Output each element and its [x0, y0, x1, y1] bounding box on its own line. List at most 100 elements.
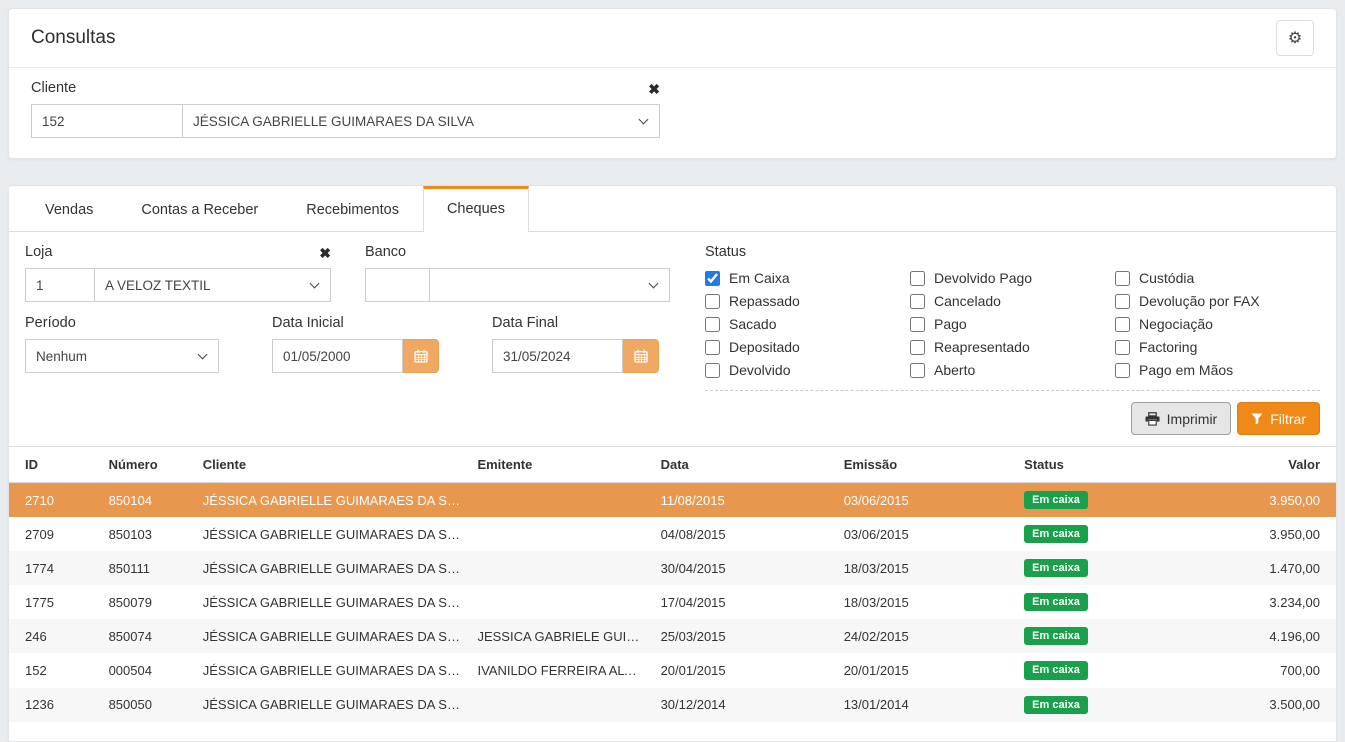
cell-emitente [469, 585, 652, 619]
status-option-label: Factoring [1139, 339, 1197, 355]
cell-numero: 850104 [101, 483, 195, 518]
imprimir-button[interactable]: Imprimir [1131, 402, 1232, 435]
status-option-depositado[interactable]: Depositado [705, 339, 910, 355]
status-badge: Em caixa [1024, 696, 1088, 714]
status-option-cancelado[interactable]: Cancelado [910, 293, 1115, 309]
status-option-label: Devolvido Pago [934, 270, 1032, 286]
cliente-name-select[interactable]: JÉSSICA GABRIELLE GUIMARAES DA SILVA [182, 104, 660, 138]
status-option-devolucao-por-fax[interactable]: Devolução por FAX [1115, 293, 1320, 309]
cell-status: Em caixa [1016, 619, 1191, 653]
checkbox-em-caixa[interactable] [705, 271, 720, 286]
checkbox-aberto[interactable] [910, 363, 925, 378]
cell-status: Em caixa [1016, 483, 1191, 518]
status-badge: Em caixa [1024, 491, 1088, 509]
checkbox-reapresentado[interactable] [910, 340, 925, 355]
checkbox-pago-em-maos[interactable] [1115, 363, 1130, 378]
tab-cheques[interactable]: Cheques [423, 186, 529, 232]
tab-vendas[interactable]: Vendas [21, 186, 117, 232]
cell-emitente: JESSICA GABRIELE GUIMARA... [469, 619, 652, 653]
cell-cliente: JÉSSICA GABRIELLE GUIMARAES DA SILVA [195, 653, 470, 687]
status-option-label: Devolução por FAX [1139, 293, 1260, 309]
cell-cliente: JÉSSICA GABRIELLE GUIMARAES DA SILVA [195, 688, 470, 722]
checkbox-repassado[interactable] [705, 294, 720, 309]
data-inicial-calendar-button[interactable] [403, 339, 439, 373]
status-option-reapresentado[interactable]: Reapresentado [910, 339, 1115, 355]
cell-emitente [469, 517, 652, 551]
table-row[interactable]: 2710850104JÉSSICA GABRIELLE GUIMARAES DA… [9, 483, 1336, 518]
data-final-calendar-button[interactable] [623, 339, 659, 373]
tab-recebimentos[interactable]: Recebimentos [282, 186, 423, 232]
banco-code-input[interactable] [365, 268, 430, 302]
status-label: Status [705, 244, 1320, 260]
column-header-id: ID [9, 447, 101, 483]
status-option-negociacao[interactable]: Negociação [1115, 316, 1320, 332]
filtrar-button[interactable]: Filtrar [1237, 402, 1320, 435]
status-badge: Em caixa [1024, 559, 1088, 577]
loja-name-select[interactable]: A VELOZ TEXTIL [94, 268, 331, 302]
checkbox-negociacao[interactable] [1115, 317, 1130, 332]
checkbox-devolvido-pago[interactable] [910, 271, 925, 286]
status-option-devolvido[interactable]: Devolvido [705, 362, 910, 378]
checkbox-cancelado[interactable] [910, 294, 925, 309]
cell-numero: 000504 [101, 653, 195, 687]
column-header-status: Status [1016, 447, 1191, 483]
status-badge: Em caixa [1024, 661, 1088, 679]
cell-data: 30/04/2015 [653, 551, 836, 585]
printer-icon [1145, 412, 1160, 426]
loja-code-input[interactable] [25, 268, 95, 302]
settings-button[interactable]: ⚙ [1276, 20, 1314, 56]
column-header-valor: Valor [1191, 447, 1336, 483]
table-row[interactable]: 152000504JÉSSICA GABRIELLE GUIMARAES DA … [9, 653, 1336, 687]
cliente-clear-icon[interactable]: ✖ [648, 82, 660, 96]
cell-id: 2709 [9, 517, 101, 551]
status-option-pago[interactable]: Pago [910, 316, 1115, 332]
checkbox-sacado[interactable] [705, 317, 720, 332]
status-option-label: Reapresentado [934, 339, 1030, 355]
checkbox-factoring[interactable] [1115, 340, 1130, 355]
data-final-label: Data Final [492, 315, 659, 331]
status-option-label: Sacado [729, 316, 776, 332]
tab-contas-a-receber[interactable]: Contas a Receber [117, 186, 282, 232]
status-option-em-caixa[interactable]: Em Caixa [705, 270, 910, 286]
table-row[interactable]: 1774850111JÉSSICA GABRIELLE GUIMARAES DA… [9, 551, 1336, 585]
status-option-factoring[interactable]: Factoring [1115, 339, 1320, 355]
column-header-emissao: Emissão [836, 447, 1016, 483]
status-option-label: Pago em Mãos [1139, 362, 1233, 378]
status-option-sacado[interactable]: Sacado [705, 316, 910, 332]
periodo-select[interactable]: Nenhum [25, 339, 219, 373]
cell-numero: 850079 [101, 585, 195, 619]
status-checkbox-grid: Em Caixa Repassado Sacado Depositado Devolvi… [705, 270, 1320, 378]
cell-emissao: 03/06/2015 [836, 517, 1016, 551]
table-row[interactable]: 246850074JÉSSICA GABRIELLE GUIMARAES DA … [9, 619, 1336, 653]
banco-name-select[interactable] [429, 268, 670, 302]
status-option-custodia[interactable]: Custódia [1115, 270, 1320, 286]
status-option-aberto[interactable]: Aberto [910, 362, 1115, 378]
status-option-repassado[interactable]: Repassado [705, 293, 910, 309]
data-final-input[interactable] [492, 339, 623, 373]
cell-id: 1775 [9, 585, 101, 619]
table-row[interactable]: 1775850079JÉSSICA GABRIELLE GUIMARAES DA… [9, 585, 1336, 619]
data-inicial-input[interactable] [272, 339, 403, 373]
loja-label: Loja [25, 244, 52, 260]
status-option-devolvido-pago[interactable]: Devolvido Pago [910, 270, 1115, 286]
loja-clear-icon[interactable]: ✖ [319, 246, 331, 260]
cliente-code-input[interactable] [31, 104, 183, 138]
status-option-label: Repassado [729, 293, 800, 309]
cell-emitente: IVANILDO FERREIRA ALVES FI... [469, 653, 652, 687]
gear-icon: ⚙ [1288, 28, 1302, 48]
cell-emissao: 13/01/2014 [836, 688, 1016, 722]
cliente-fieldset: Cliente ✖ JÉSSICA GABRIELLE GUIMARAES DA… [31, 80, 660, 138]
checkbox-devolvido[interactable] [705, 363, 720, 378]
table-row[interactable]: 1236850050JÉSSICA GABRIELLE GUIMARAES DA… [9, 688, 1336, 722]
checkbox-pago[interactable] [910, 317, 925, 332]
checkbox-custodia[interactable] [1115, 271, 1130, 286]
panel-header: Consultas ⚙ [9, 9, 1336, 68]
status-option-pago-em-maos[interactable]: Pago em Mãos [1115, 362, 1320, 378]
checkbox-devolucao-por-fax[interactable] [1115, 294, 1130, 309]
cell-valor: 3.500,00 [1191, 688, 1336, 722]
cell-valor: 700,00 [1191, 653, 1336, 687]
checkbox-depositado[interactable] [705, 340, 720, 355]
cell-status: Em caixa [1016, 688, 1191, 722]
table-row[interactable]: 2709850103JÉSSICA GABRIELLE GUIMARAES DA… [9, 517, 1336, 551]
status-option-label: Aberto [934, 362, 975, 378]
